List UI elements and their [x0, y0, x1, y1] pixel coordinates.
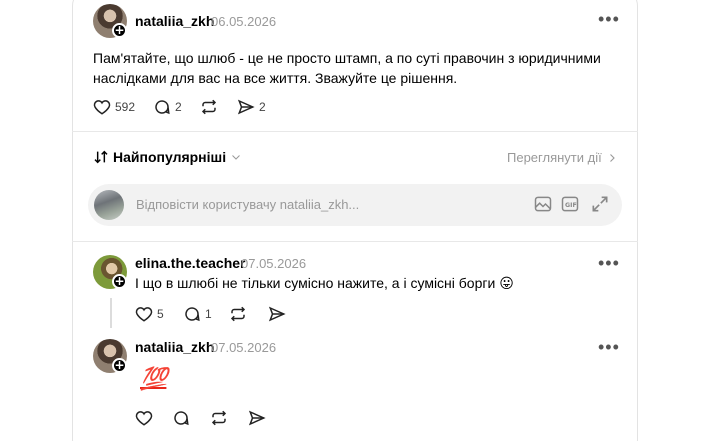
repost-button[interactable]: [200, 98, 218, 116]
reply-date[interactable]: 07.05.2026: [241, 256, 306, 271]
share-icon: [268, 306, 286, 322]
sort-label: Найпопулярніші: [113, 149, 227, 165]
share-button[interactable]: [248, 409, 266, 427]
reply-input[interactable]: Відповісти користувачу nataliia_zkh...: [136, 197, 359, 212]
reply-composer[interactable]: Відповісти користувачу nataliia_zkh... G…: [88, 184, 622, 226]
like-count: 592: [115, 100, 136, 114]
post-text: Пам'ятайте, що шлюб - це не просто штамп…: [93, 48, 613, 88]
comment-button[interactable]: 2: [153, 98, 182, 116]
share-icon: [237, 99, 255, 115]
heart-icon: [135, 411, 153, 426]
repost-icon: [230, 306, 246, 322]
chevron-right-icon: [609, 153, 615, 162]
reply-date[interactable]: 07.05.2026: [211, 340, 276, 355]
reply-username[interactable]: nataliia_zkh: [135, 339, 214, 355]
follow-plus-icon[interactable]: +: [112, 358, 127, 373]
post-username[interactable]: nataliia_zkh: [135, 13, 214, 29]
reply-text: І що в шлюбі не тільки сумісно нажите, а…: [135, 275, 514, 291]
chevron-down-icon: [232, 155, 240, 160]
share-button[interactable]: [268, 305, 286, 323]
repost-button[interactable]: [210, 409, 228, 427]
post-text-line: наслідками для вас на все життя. Зважуйт…: [93, 70, 458, 86]
comment-count: 2: [175, 100, 182, 114]
more-icon[interactable]: •••: [598, 10, 620, 28]
avatar: [94, 190, 124, 220]
gif-icon[interactable]: GIF: [560, 194, 580, 214]
like-count: 5: [157, 307, 164, 321]
comment-button[interactable]: [172, 409, 190, 427]
sort-dropdown[interactable]: Найпопулярніші: [93, 149, 242, 165]
share-icon: [248, 410, 266, 426]
comment-count: 1: [205, 307, 212, 321]
sort-icon: [94, 150, 108, 164]
repost-icon: [201, 99, 217, 115]
heart-icon: [135, 307, 153, 322]
share-count: 2: [259, 100, 266, 114]
comment-icon: [174, 411, 189, 426]
more-icon[interactable]: •••: [598, 254, 620, 272]
like-button[interactable]: 592: [93, 98, 135, 116]
post-text-line: Пам'ятайте, що шлюб - це не просто штамп…: [93, 50, 601, 66]
comment-icon: [185, 307, 200, 322]
comment-button[interactable]: 1: [183, 305, 212, 323]
divider: [72, 241, 638, 242]
repost-button[interactable]: [229, 305, 247, 323]
follow-plus-icon[interactable]: +: [112, 274, 127, 289]
post-date[interactable]: 06.05.2026: [211, 14, 276, 29]
more-icon[interactable]: •••: [598, 338, 620, 356]
follow-plus-icon[interactable]: +: [112, 23, 127, 38]
expand-icon[interactable]: [590, 194, 610, 214]
svg-text:GIF: GIF: [565, 202, 577, 209]
thread-line: [110, 298, 112, 328]
repost-icon: [211, 410, 227, 426]
like-button[interactable]: [135, 409, 153, 427]
reply-username[interactable]: elina.the.teacher: [135, 255, 246, 271]
reply-text: 💯: [140, 366, 167, 391]
share-button[interactable]: 2: [237, 98, 266, 116]
divider: [72, 131, 638, 132]
view-activity-link[interactable]: Переглянути дії: [507, 150, 618, 165]
image-icon[interactable]: [533, 194, 553, 214]
comment-icon: [155, 100, 170, 115]
like-button[interactable]: 5: [135, 305, 164, 323]
view-activity-label: Переглянути дії: [507, 150, 602, 165]
heart-icon: [93, 100, 111, 115]
